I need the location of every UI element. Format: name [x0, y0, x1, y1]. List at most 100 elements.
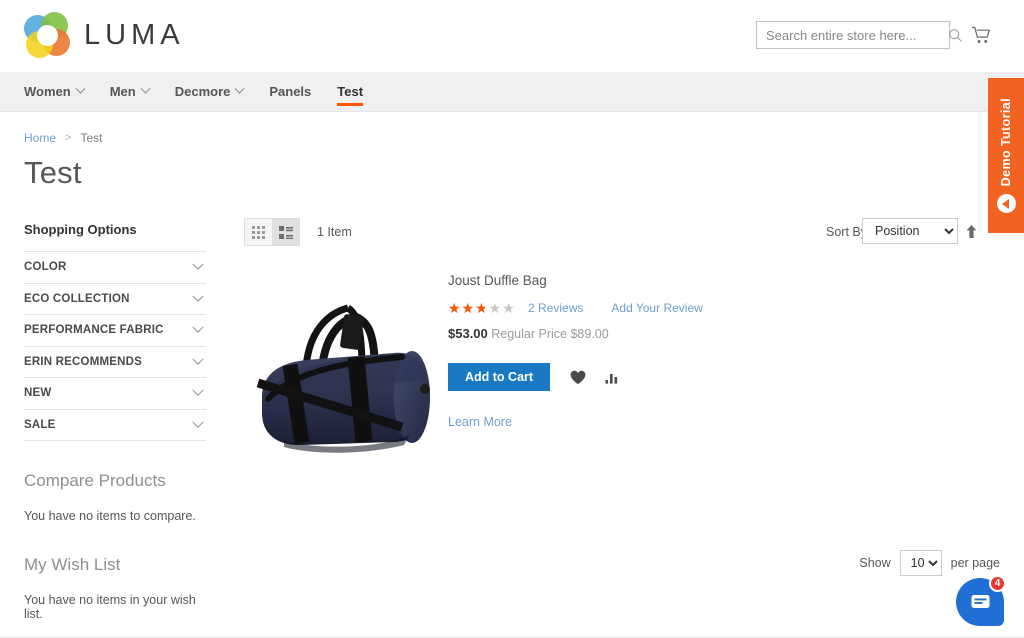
sort-by-label: Sort By	[826, 225, 867, 239]
chevron-down-icon	[192, 258, 204, 271]
filter-label: ERIN RECOMMENDS	[24, 355, 143, 368]
product-price: $53.00 Regular Price $89.00	[448, 326, 868, 341]
nav-item-label: Women	[24, 84, 71, 99]
breadcrumb-current: Test	[80, 131, 103, 145]
product-name[interactable]: Joust Duffle Bag	[448, 273, 868, 288]
site-header: LUMA	[0, 0, 1024, 72]
reviews-label[interactable]: Reviews	[538, 301, 583, 315]
star-rating[interactable]: ★★★★★ ★★★★★	[448, 301, 521, 315]
filter-list: COLOR ECO COLLECTION PERFORMANCE FABRIC …	[24, 251, 206, 441]
filter-erin-recommends[interactable]: ERIN RECOMMENDS	[24, 347, 206, 378]
search-box[interactable]	[756, 21, 962, 49]
items-per-page-select[interactable]: 10	[899, 550, 942, 576]
main-navigation: Women Men Decmore Panels Test	[0, 72, 1024, 112]
logo-text: LUMA	[84, 18, 185, 51]
filter-performance-fabric[interactable]: PERFORMANCE FABRIC	[24, 315, 206, 347]
chevron-down-icon	[192, 416, 204, 428]
per-page-label: per page	[950, 556, 1000, 570]
filter-label: SALE	[24, 418, 56, 431]
chevron-down-icon	[234, 83, 245, 94]
wishlist-empty-text: You have no items in your wish list.	[24, 593, 196, 621]
sort-direction-button[interactable]	[962, 221, 980, 241]
search-button[interactable]	[948, 22, 963, 48]
demo-tutorial-tab[interactable]: Demo Tutorial	[988, 78, 1024, 233]
breadcrumb-separator: >	[65, 132, 72, 144]
add-to-compare-button[interactable]	[598, 363, 626, 391]
add-your-review-link[interactable]: Add Your Review	[611, 301, 702, 315]
compare-products-block: Compare Products You have no items to co…	[24, 471, 206, 523]
special-price: $53.00	[448, 326, 488, 341]
wishlist-title: My Wish List	[24, 555, 121, 574]
reviews-count-link[interactable]: 2 Reviews	[528, 301, 583, 315]
list-view-button[interactable]	[272, 219, 299, 245]
filter-label: NEW	[24, 387, 52, 400]
filter-new[interactable]: NEW	[24, 378, 206, 410]
chat-widget-button[interactable]: 4	[956, 575, 1006, 626]
chat-message-icon	[971, 595, 989, 608]
shopping-options-heading: Shopping Options	[24, 222, 137, 237]
regular-price: $89.00	[570, 327, 609, 341]
nav-item-women[interactable]: Women	[24, 72, 97, 111]
wishlist-block: My Wish List You have no items in your w…	[24, 555, 206, 621]
product-rating: ★★★★★ ★★★★★ 2 Reviews Add Your Review	[448, 300, 868, 316]
filter-label: ECO COLLECTION	[24, 292, 130, 305]
compare-products-title: Compare Products	[24, 471, 166, 490]
grid-view-icon	[252, 225, 265, 239]
search-icon	[949, 28, 962, 42]
nav-item-panels[interactable]: Panels	[256, 72, 324, 111]
add-to-wishlist-button[interactable]	[564, 363, 592, 391]
product-list-toolbar: 1 Item Sort By Position	[244, 218, 1000, 248]
nav-item-label: Panels	[269, 84, 312, 99]
view-mode-switcher	[244, 218, 300, 246]
cart-button[interactable]	[966, 21, 996, 49]
chevron-down-icon	[192, 384, 204, 397]
grid-view-button[interactable]	[245, 219, 272, 245]
regular-price-label: Regular Price	[491, 327, 567, 341]
chat-unread-badge: 4	[989, 575, 1006, 592]
sort-by-select[interactable]: Position	[862, 218, 958, 244]
chevron-down-icon	[75, 83, 86, 94]
nav-item-men[interactable]: Men	[97, 72, 162, 111]
logo[interactable]: LUMA	[24, 12, 185, 58]
chevron-down-icon	[192, 321, 204, 334]
add-to-cart-button[interactable]: Add to Cart	[448, 363, 551, 391]
product-image[interactable]	[244, 275, 434, 465]
filter-label: PERFORMANCE FABRIC	[24, 324, 164, 337]
nav-item-label: Test	[337, 84, 364, 99]
luma-petals-logo-icon	[24, 12, 70, 58]
chevron-down-icon	[140, 83, 151, 94]
breadcrumb: Home > Test	[24, 131, 102, 145]
breadcrumb-home-link[interactable]: Home	[24, 131, 56, 145]
compare-bars-icon	[605, 374, 617, 384]
pagination-toolbar: Show 10 per page	[859, 550, 1000, 576]
nav-item-label: Men	[109, 84, 136, 99]
heart-icon	[570, 370, 586, 384]
reviews-count[interactable]: 2	[528, 301, 535, 315]
star-rating-filled: ★★★★★	[448, 301, 485, 315]
show-label: Show	[859, 556, 891, 570]
chevron-down-icon	[192, 353, 204, 365]
demo-tutorial-label: Demo Tutorial	[999, 97, 1013, 187]
sidebar: Shopping Options COLOR ECO COLLECTION PE…	[24, 222, 206, 621]
sort-ascending-arrow-icon	[966, 224, 976, 238]
chevron-down-icon	[192, 290, 204, 302]
filter-sale[interactable]: SALE	[24, 410, 206, 441]
compare-products-empty-text: You have no items to compare.	[24, 509, 196, 523]
filter-color[interactable]: COLOR	[24, 252, 206, 284]
product-details: Joust Duffle Bag ★★★★★ ★★★★★ 2 Reviews A…	[448, 273, 868, 431]
filter-eco-collection[interactable]: ECO COLLECTION	[24, 284, 206, 315]
search-input[interactable]	[757, 22, 948, 48]
learn-more-link[interactable]: Learn More	[448, 415, 512, 429]
storefront-page: LUMA Women Men	[0, 0, 1024, 638]
nav-item-label: Decmore	[174, 84, 231, 99]
list-view-icon	[278, 225, 293, 239]
nav-item-decmore[interactable]: Decmore	[162, 72, 257, 111]
nav-item-test[interactable]: Test	[324, 72, 376, 111]
play-circle-icon	[996, 194, 1016, 214]
filter-label: COLOR	[24, 261, 67, 274]
page-title: Test	[24, 155, 82, 190]
item-count: 1 Item	[317, 225, 352, 239]
product-actions: Add to Cart	[448, 363, 868, 391]
navy-blue-duffle-bag-icon	[256, 304, 430, 453]
shopping-cart-icon	[971, 26, 990, 43]
